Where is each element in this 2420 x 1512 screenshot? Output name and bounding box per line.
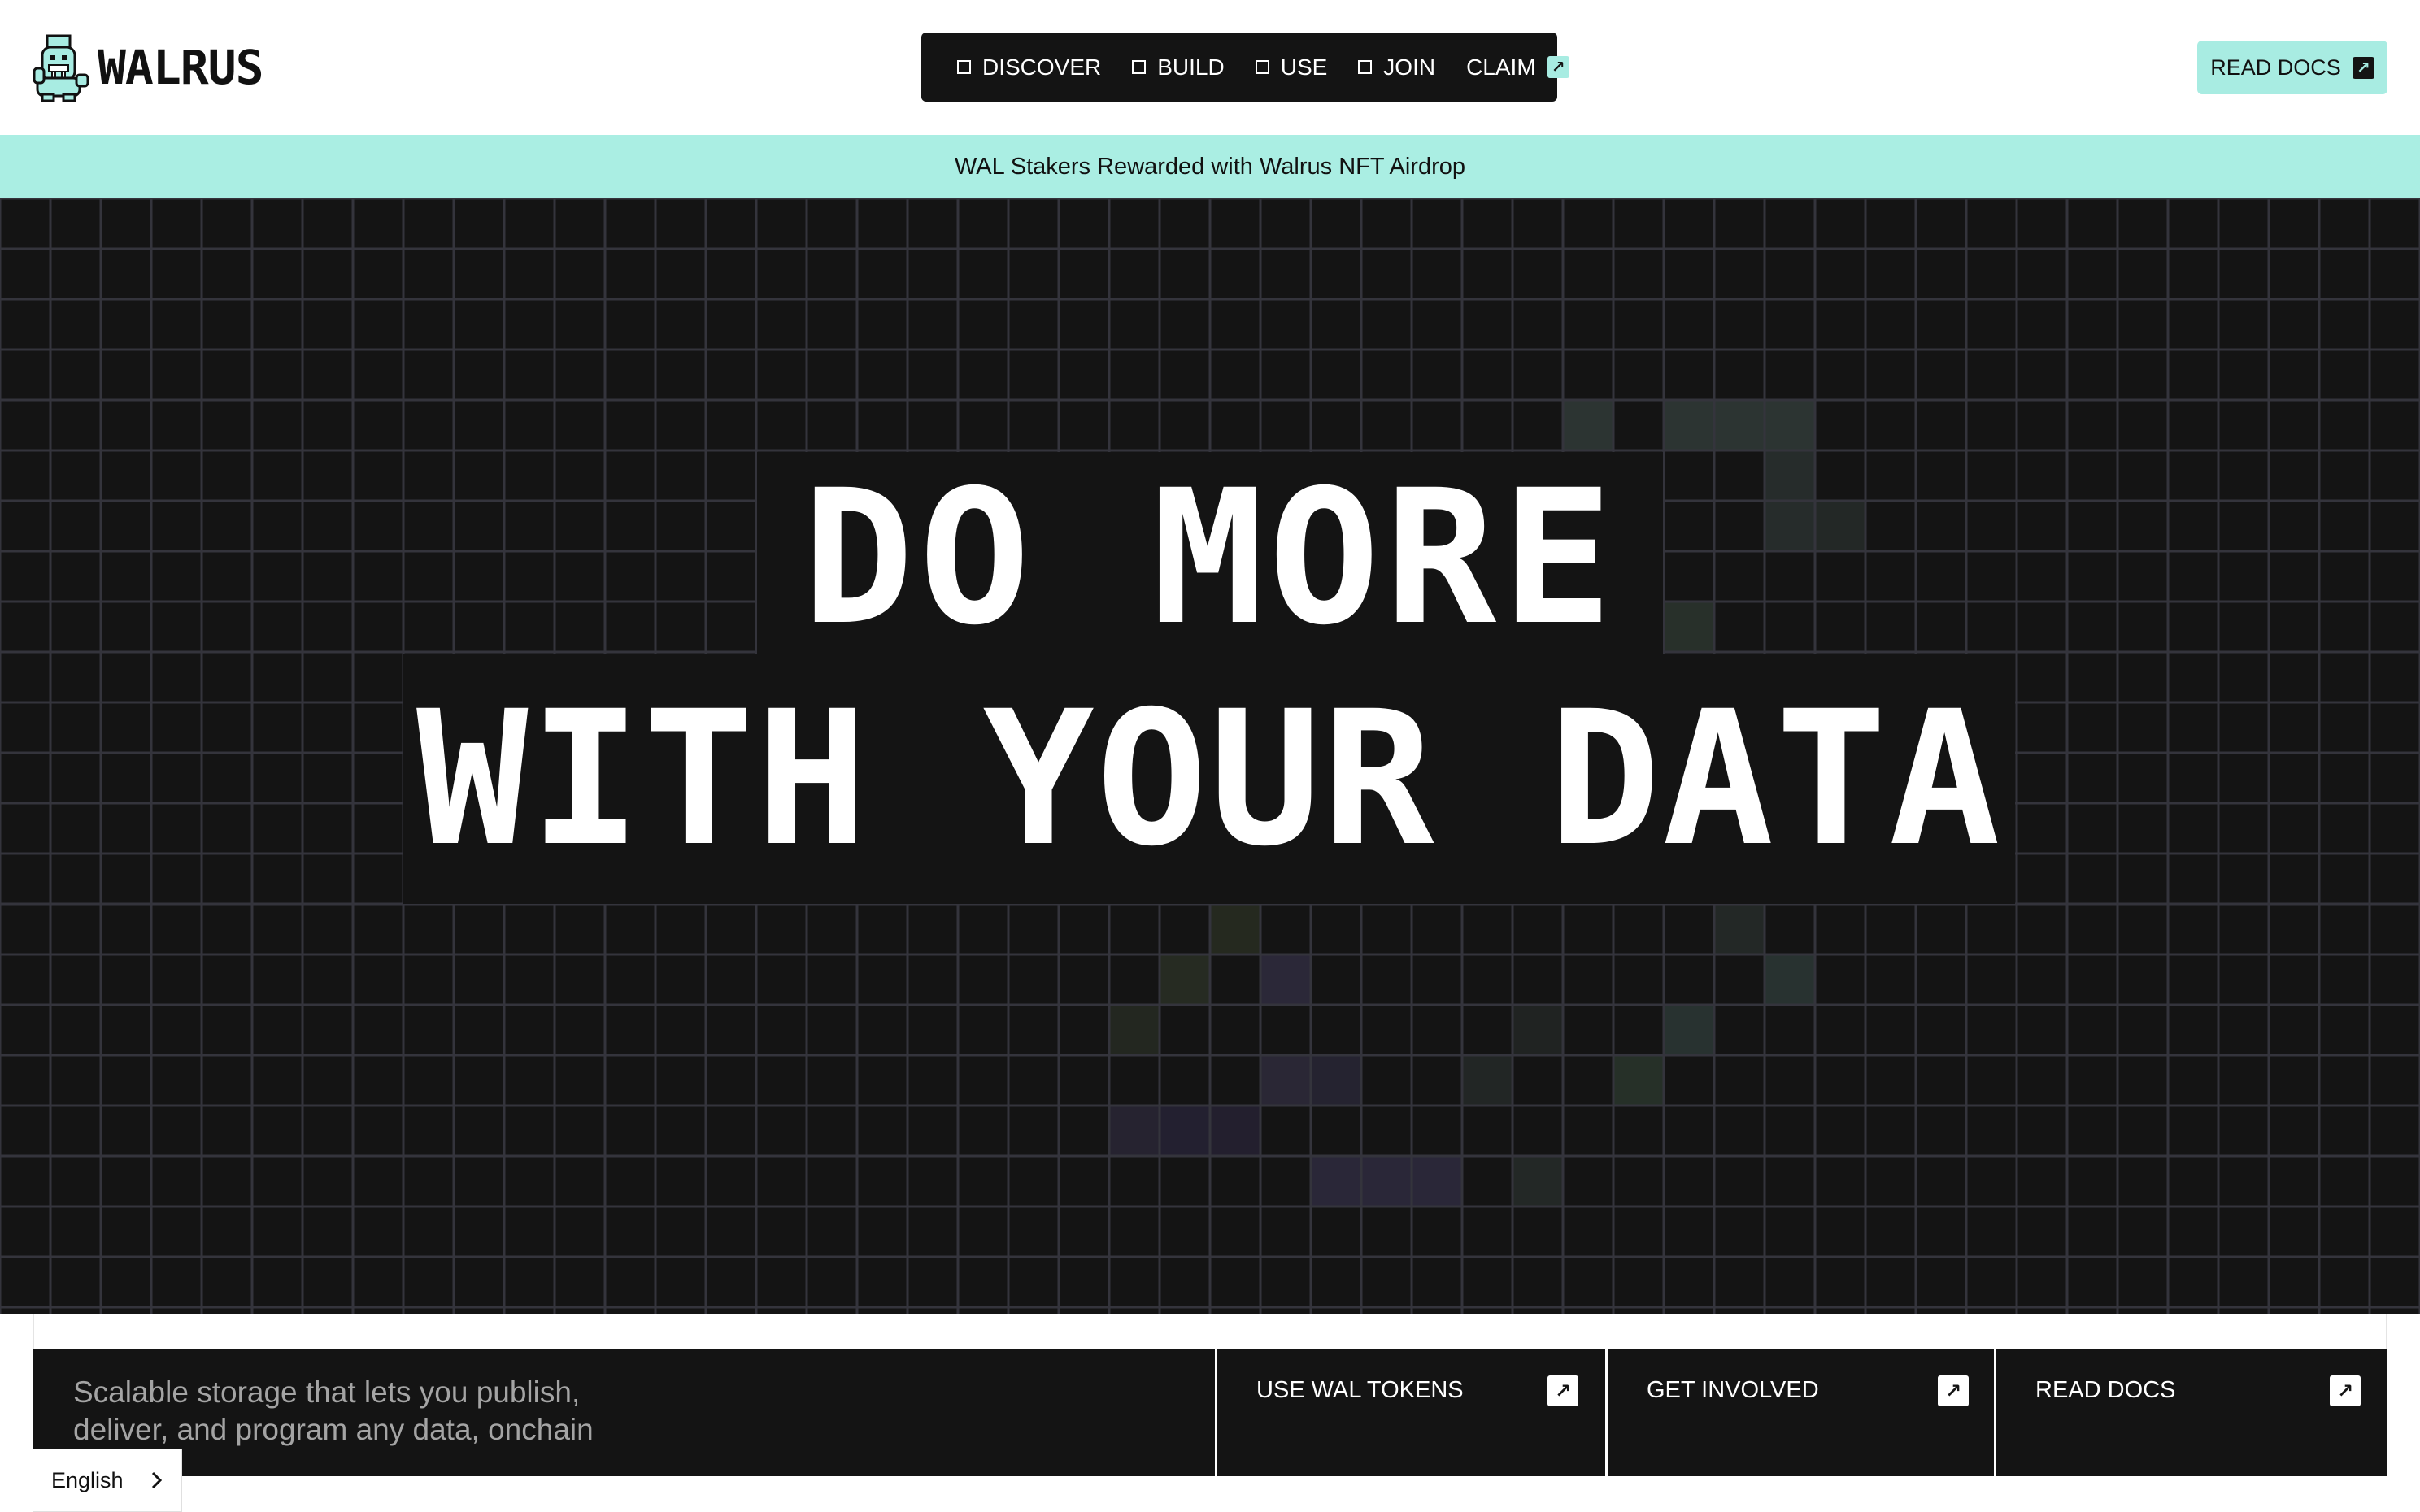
grid-highlight-cell [1160, 954, 1210, 1005]
grid-highlight-cell [1361, 1156, 1412, 1206]
main-nav: DISCOVER BUILD USE JOIN CLAIM ↗ [921, 33, 1569, 102]
nav-item-join[interactable]: JOIN [1358, 54, 1435, 80]
grid-highlight-cell [1664, 400, 1714, 450]
grid-highlight-cell [1109, 1005, 1160, 1055]
grid-highlight-cell [1714, 904, 1765, 954]
use-wal-tokens-button[interactable]: USE WAL TOKENS ↗ [1215, 1349, 1607, 1476]
grid-highlight-cell [1765, 450, 1815, 501]
language-selector[interactable]: English [33, 1449, 182, 1512]
nav-item-label: DISCOVER [982, 54, 1102, 80]
tagline: Scalable storage that lets you publish, … [73, 1374, 659, 1449]
arrow-up-right-icon: ↗ [1547, 56, 1569, 78]
grid-highlight-cell [1765, 501, 1815, 551]
grid-highlight-cell [1664, 1005, 1714, 1055]
nav-item-build[interactable]: BUILD [1132, 54, 1225, 80]
grid-highlight-cell [1260, 1055, 1311, 1106]
walrus-mascot-icon [33, 34, 89, 102]
hero-headline-line-2-block: WITH YOUR DATA [403, 654, 2015, 904]
grid-highlight-cell [1563, 400, 1613, 450]
nav-item-label: USE [1280, 54, 1328, 80]
cta-label: USE WAL TOKENS [1256, 1377, 1464, 1403]
cta-label: GET INVOLVED [1647, 1377, 1819, 1403]
square-bullet-icon [1132, 60, 1147, 74]
tagline-line-2: deliver, and program any data, onchain [73, 1413, 594, 1446]
walrus-logo[interactable]: WALRUS [33, 33, 264, 102]
chevron-right-icon [151, 1471, 163, 1489]
grid-highlight-cell [1210, 904, 1260, 954]
get-involved-button[interactable]: GET INVOLVED ↗ [1605, 1349, 1996, 1476]
grid-highlight-cell [1462, 1055, 1512, 1106]
nav-item-claim[interactable]: CLAIM ↗ [1466, 54, 1569, 80]
bottom-frame [33, 1314, 2387, 1349]
nav-item-use[interactable]: USE [1255, 54, 1328, 80]
site-header: WALRUS DISCOVER BUILD USE JOIN CLAIM ↗ R… [0, 0, 2420, 135]
hero-headline-line-2: WITH YOUR DATA [416, 671, 2002, 887]
arrow-up-right-icon: ↗ [2330, 1375, 2361, 1406]
grid-highlight-cell [1714, 400, 1765, 450]
grid-highlight-cell [1160, 1106, 1210, 1156]
tagline-line-1: Scalable storage that lets you publish, [73, 1375, 581, 1409]
nav-item-label: BUILD [1157, 54, 1225, 80]
square-bullet-icon [957, 60, 971, 74]
read-docs-button[interactable]: READ DOCS ↗ [2197, 41, 2387, 94]
grid-highlight-cell [1311, 1156, 1361, 1206]
language-label: English [51, 1467, 124, 1492]
grid-highlight-cell [1311, 1055, 1361, 1106]
logo-wordmark: WALRUS [98, 40, 264, 95]
nav-item-discover[interactable]: DISCOVER [957, 54, 1101, 80]
announcement-text: WAL Stakers Rewarded with Walrus NFT Air… [955, 153, 1465, 180]
grid-highlight-cell [1664, 602, 1714, 652]
grid-highlight-cell [1815, 501, 1865, 551]
grid-highlight-cell [1210, 1106, 1260, 1156]
arrow-up-right-icon: ↗ [1547, 1375, 1578, 1406]
nav-item-label: JOIN [1383, 54, 1436, 80]
read-docs-label: READ DOCS [2210, 54, 2341, 80]
grid-highlight-cell [1260, 954, 1311, 1005]
arrow-up-right-icon: ↗ [1938, 1375, 1969, 1406]
hero-headline-line-1: DO MORE [802, 450, 1618, 666]
arrow-up-right-icon: ↗ [2352, 56, 2374, 79]
square-bullet-icon [1255, 60, 1269, 74]
grid-highlight-cell [1109, 1106, 1160, 1156]
grid-highlight-cell [1512, 1156, 1563, 1206]
square-bullet-icon [1358, 60, 1373, 74]
hero-section: DO MORE WITH YOUR DATA [0, 198, 2420, 1314]
grid-highlight-cell [1765, 400, 1815, 450]
grid-highlight-cell [1613, 1055, 1664, 1106]
cta-label: READ DOCS [2035, 1377, 2176, 1403]
grid-highlight-cell [1765, 954, 1815, 1005]
grid-highlight-cell [1512, 1005, 1563, 1055]
read-docs-cta-button[interactable]: READ DOCS ↗ [1994, 1349, 2387, 1476]
grid-highlight-cell [1412, 1156, 1462, 1206]
announcement-banner[interactable]: WAL Stakers Rewarded with Walrus NFT Air… [0, 135, 2420, 198]
nav-item-label: CLAIM [1466, 54, 1536, 80]
hero-headline-line-1-block: DO MORE [757, 450, 1663, 666]
